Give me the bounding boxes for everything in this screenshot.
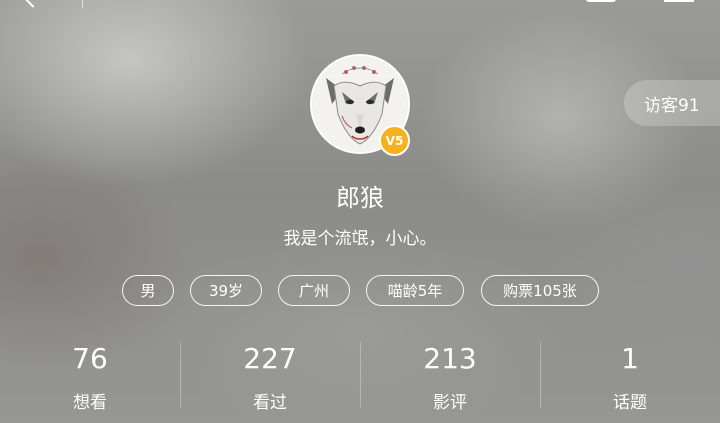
- stat-label: 影评: [433, 393, 467, 413]
- tag-tickets: 购票105张: [481, 275, 599, 306]
- profile-nickname: 郎狼: [336, 184, 384, 212]
- stat-value: 76: [72, 342, 108, 375]
- stat-label: 看过: [253, 393, 287, 413]
- profile-tags: 男 39岁 广州 喵龄5年 购票105张: [0, 275, 720, 306]
- stat-value: 1: [621, 342, 639, 375]
- stat-value: 213: [423, 342, 477, 375]
- stat-watched[interactable]: 227 看过: [180, 338, 360, 423]
- vip-level-badge: V5: [379, 125, 410, 156]
- top-divider: [82, 0, 83, 8]
- stat-want-to-see[interactable]: 76 想看: [0, 338, 180, 423]
- back-chevron-icon[interactable]: [20, 0, 46, 8]
- stat-reviews[interactable]: 213 影评: [360, 338, 540, 423]
- stat-topics[interactable]: 1 话题: [540, 338, 720, 423]
- tag-age: 39岁: [190, 275, 262, 306]
- tag-gender: 男: [122, 275, 174, 306]
- stat-label: 话题: [613, 393, 647, 413]
- stat-label: 想看: [73, 393, 107, 413]
- visitor-count-button[interactable]: 访客91: [624, 80, 720, 126]
- share-icon[interactable]: [586, 0, 616, 2]
- stats-bar: 76 想看 227 看过 213 影评 1 话题: [0, 338, 720, 423]
- top-bar: [0, 0, 720, 10]
- more-icon[interactable]: [664, 0, 694, 2]
- stat-value: 227: [243, 342, 297, 375]
- profile-signature: 我是个流氓，小心。: [283, 229, 437, 249]
- tag-city: 广州: [278, 275, 350, 306]
- tag-member-years: 喵龄5年: [366, 275, 464, 306]
- visitor-count-label: 访客91: [644, 95, 700, 116]
